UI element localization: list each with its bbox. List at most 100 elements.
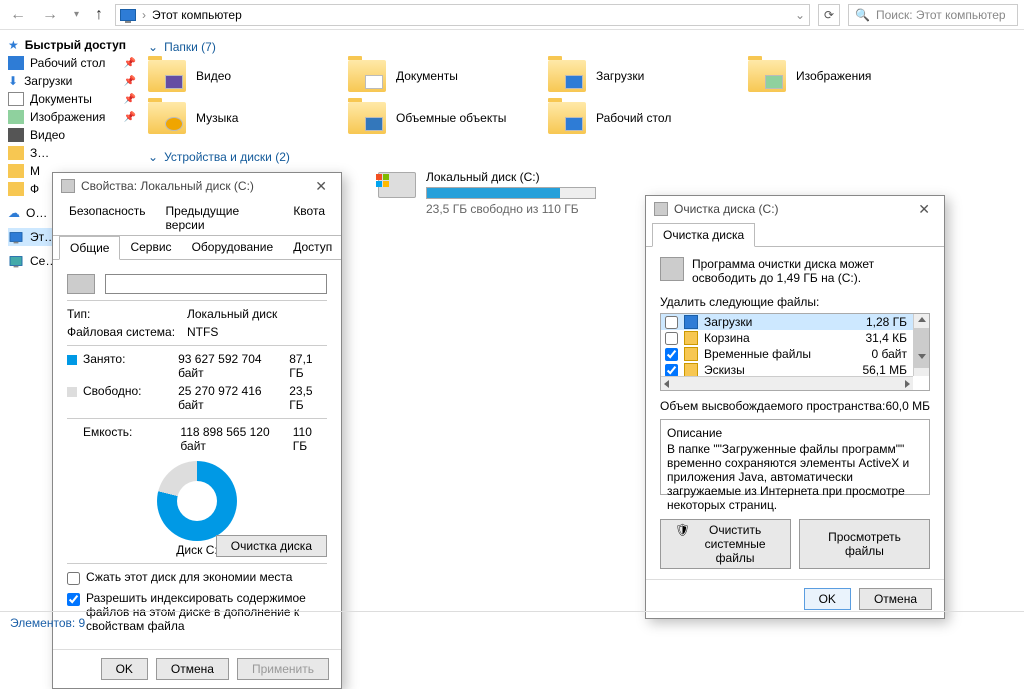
folder-3d[interactable]: Объемные объекты (348, 102, 548, 134)
ok-button[interactable]: OK (101, 658, 148, 680)
label: Загрузки (596, 69, 644, 83)
tab-hardware[interactable]: Оборудование (182, 236, 284, 260)
sidebar-documents[interactable]: Документы📌 (8, 90, 140, 108)
tab-row-2: Общие Сервис Оборудование Доступ (53, 235, 341, 260)
pin-icon: 📌 (124, 112, 136, 123)
chevron-right-icon: › (142, 8, 146, 22)
tab-cleanup[interactable]: Очистка диска (652, 223, 755, 247)
label: Загрузки (24, 74, 72, 88)
file-checkbox[interactable] (665, 364, 678, 377)
label: З… (30, 146, 49, 160)
file-list[interactable]: Загрузки1,28 ГБКорзина31,4 КБВременные ф… (660, 313, 930, 391)
label: O… (26, 206, 47, 220)
drive-free-text: 23,5 ГБ свободно из 110 ГБ (426, 202, 596, 216)
close-button[interactable]: ✕ (912, 201, 936, 218)
cleanup-icon (660, 257, 684, 281)
file-checkbox[interactable] (665, 332, 678, 345)
cancel-button[interactable]: Отмена (156, 658, 229, 680)
compress-checkbox[interactable]: Сжать этот диск для экономии места (67, 570, 327, 585)
tab-quota[interactable]: Квота (283, 200, 335, 236)
nav-recent-icon[interactable]: ▾ (70, 9, 83, 20)
star-icon: ★ (8, 38, 19, 52)
sidebar-quick-access[interactable]: ★ Быстрый доступ (8, 36, 140, 54)
value: 110 ГБ (293, 425, 327, 453)
cancel-button[interactable]: Отмена (859, 588, 932, 610)
search-input[interactable]: 🔍 Поиск: Этот компьютер (848, 4, 1018, 26)
nav-up-icon[interactable]: ↑ (91, 6, 107, 24)
label: Видео (30, 128, 65, 142)
chevron-down-icon[interactable]: ⌄ (795, 8, 805, 22)
drive-icon (378, 172, 416, 198)
label: Тип: (67, 307, 177, 321)
drive-icon (67, 274, 95, 294)
file-icon (684, 315, 698, 329)
breadcrumb[interactable]: › Этот компьютер ⌄ (115, 4, 810, 26)
folder-icon (148, 102, 186, 134)
label: Рабочий стол (30, 56, 105, 70)
search-icon: 🔍 (855, 8, 870, 22)
section-folders-header[interactable]: ⌄Папки (7) (148, 40, 1024, 54)
tab-prev-versions[interactable]: Предыдущие версии (156, 200, 284, 236)
intro-text: Программа очистки диска может освободить… (692, 257, 930, 285)
usage-bar (426, 187, 596, 199)
value: 93 627 592 704 байт (178, 352, 279, 380)
tab-tools[interactable]: Сервис (120, 236, 181, 260)
folder-icon (348, 102, 386, 134)
disk-cleanup-button[interactable]: Очистка диска (216, 535, 327, 557)
folder-downloads[interactable]: Загрузки (548, 60, 748, 92)
network-icon (10, 256, 23, 266)
folder-icon (548, 60, 586, 92)
sidebar-video[interactable]: Видео (8, 126, 140, 144)
drive-local-c[interactable]: Локальный диск (C:) 23,5 ГБ свободно из … (426, 170, 596, 216)
scrollbar-horizontal[interactable] (661, 376, 913, 390)
freed-value: 60,0 МБ (885, 399, 930, 413)
label: Папки (7) (164, 40, 216, 54)
sidebar-downloads[interactable]: ⬇Загрузки📌 (8, 72, 140, 90)
folder-pictures[interactable]: Изображения (748, 60, 948, 92)
folder-documents[interactable]: Документы (348, 60, 548, 92)
apply-button[interactable]: Применить (237, 658, 329, 680)
nav-back-icon[interactable]: ← (6, 6, 30, 24)
dialog-titlebar[interactable]: Свойства: Локальный диск (C:) ✕ (53, 173, 341, 199)
download-icon: ⬇ (8, 74, 18, 88)
sidebar-desktop[interactable]: Рабочий стол📌 (8, 54, 140, 72)
file-checkbox[interactable] (665, 348, 678, 361)
dialog-titlebar[interactable]: Очистка диска (C:) ✕ (646, 196, 944, 222)
label: Рабочий стол (596, 111, 671, 125)
tab-sharing[interactable]: Доступ (283, 236, 342, 260)
tab-row-1: Безопасность Предыдущие версии Квота (53, 199, 341, 236)
file-checkbox[interactable] (665, 316, 678, 329)
folder-desktop[interactable]: Рабочий стол (548, 102, 748, 134)
file-row[interactable]: Загрузки1,28 ГБ (661, 314, 929, 330)
refresh-button[interactable]: ⟳ (818, 4, 840, 26)
chevron-down-icon: ⌄ (148, 150, 158, 164)
volume-label-input[interactable] (105, 274, 327, 294)
folder-music[interactable]: Музыка (148, 102, 348, 134)
shield-icon: 🛡 (675, 523, 690, 565)
drive-icon (654, 202, 668, 216)
nav-forward-icon[interactable]: → (38, 6, 62, 24)
close-button[interactable]: ✕ (309, 178, 333, 195)
computer-icon (10, 232, 23, 242)
file-row[interactable]: Временные файлы0 байт (661, 346, 929, 362)
cleanup-dialog: Очистка диска (C:) ✕ Очистка диска Прогр… (645, 195, 945, 619)
clean-system-button[interactable]: 🛡Очистить системные файлы (660, 519, 791, 569)
sidebar-pictures[interactable]: Изображения📌 (8, 108, 140, 126)
file-row[interactable]: Корзина31,4 КБ (661, 330, 929, 346)
folder-video[interactable]: Видео (148, 60, 348, 92)
value: 118 898 565 120 байт (180, 425, 282, 453)
ok-button[interactable]: OK (804, 588, 851, 610)
folder-icon (548, 102, 586, 134)
file-name: Корзина (704, 331, 750, 345)
label: Быстрый доступ (25, 38, 126, 52)
tab-general[interactable]: Общие (59, 236, 120, 260)
tab-security[interactable]: Безопасность (59, 200, 156, 236)
section-drives-header[interactable]: ⌄Устройства и диски (2) (148, 150, 1024, 164)
view-files-button[interactable]: Просмотреть файлы (799, 519, 930, 569)
scrollbar-vertical[interactable] (913, 314, 929, 376)
sidebar-item[interactable]: З… (8, 144, 140, 162)
cloud-icon: ☁ (8, 206, 20, 220)
freed-label: Объем высвобождаемого пространства: (660, 399, 885, 413)
label: Документы (30, 92, 92, 106)
desc-header: Описание (667, 426, 923, 440)
